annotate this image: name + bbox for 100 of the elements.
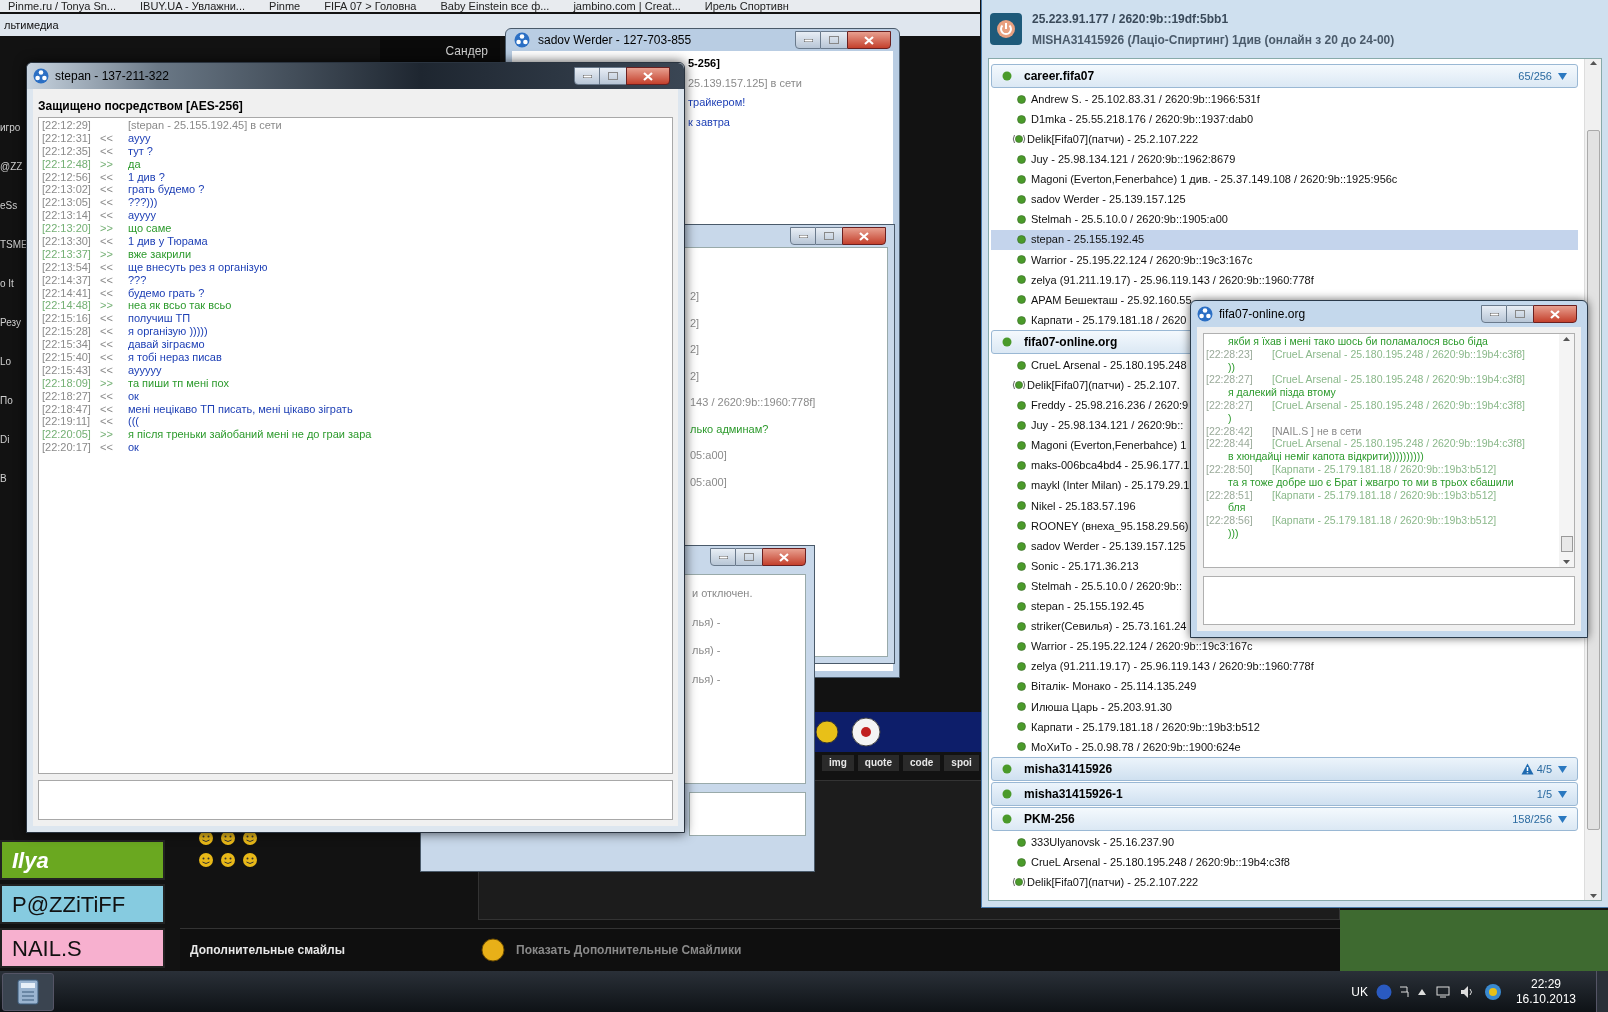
contact-name: Magoni (Everton,Fenerbahce) 1 див. - 25.37.149.108 / 2620:9b::1925:956c	[1031, 172, 1398, 188]
contact-name: CrueL Arsenal - 25.180.195.248 / 2620:9b::19b4:c3f8	[1031, 854, 1290, 870]
chat-text-fragment: к завтра	[688, 114, 731, 130]
direction-marker: <<	[100, 363, 114, 377]
direction-marker: >>	[100, 299, 114, 313]
direction-marker: <<	[100, 338, 114, 352]
timestamp: [22:13:30]	[42, 235, 92, 248]
direction-marker: >>	[100, 247, 114, 261]
chat-message: ???)))	[128, 196, 158, 210]
chat-message: будемо грать ?	[128, 286, 205, 300]
encryption-label: Защищено посредством [AES-256]	[38, 98, 244, 115]
chat-message: вже закрили	[128, 247, 192, 261]
address-label: 25.223.91.177 / 2620:9b::19df:5bb1	[1032, 10, 1230, 28]
member-count: 158/256	[1512, 811, 1552, 827]
timestamp: [22:18:27]	[42, 389, 92, 403]
chat-message: получиш ТП	[128, 312, 191, 326]
page-text-fragment: Di	[0, 433, 11, 447]
contact-name: Карпати - 25.179.181.18 / 2620:9b::19b3:b512	[1031, 719, 1260, 735]
timestamp: [22:13:14]	[42, 209, 92, 223]
contact-name: Delik[Fifa07](патчи) - 25.2.107.222	[1027, 132, 1199, 147]
timestamp: [22:28:56]	[1206, 514, 1254, 527]
chat-message: давай зіграємо	[128, 338, 205, 352]
page-text-fragment: B	[0, 472, 8, 486]
contact-name: Sonic - 25.171.36.213	[1031, 558, 1139, 574]
chat-text-fragment: лько админам?	[690, 421, 770, 437]
chat-message: )	[1227, 411, 1233, 425]
direction-marker: <<	[100, 286, 114, 300]
chat-message: бля	[1227, 501, 1247, 515]
contact-name: Илюша Царь - 25.203.91.30	[1031, 699, 1172, 715]
direction-marker: >>	[100, 157, 114, 171]
page-text-fragment: игро	[0, 121, 22, 135]
nickname-label: MISHA31415926 (Лаціо-Спиртинг) 1див (онлайн з 20 до 24-00)	[1032, 31, 1395, 49]
timestamp: [22:28:27]	[1206, 399, 1254, 412]
chat-message: ауууу	[128, 209, 156, 223]
chat-text-fragment: 5-256]	[688, 56, 721, 71]
timestamp: [22:14:37]	[42, 273, 92, 287]
sender-info: [Карпати - 25.179.181.18 / 2620:9b::19b3:b512]	[1272, 488, 1497, 502]
window-title: sadov Werder - 127-703-855	[538, 32, 692, 49]
chat-message: [stepan - 25.155.192.45] в сети	[128, 119, 282, 132]
page-text-fragment: Lo	[0, 355, 13, 369]
timestamp: [22:14:41]	[42, 286, 92, 300]
sender-info: [Карпати - 25.179.181.18 / 2620:9b::19b3:b512]	[1272, 514, 1497, 527]
member-count: 65/256	[1518, 68, 1552, 84]
chat-message: тут ?	[128, 144, 153, 158]
chat-message: да	[128, 157, 141, 171]
timestamp: [22:19:11]	[42, 415, 92, 429]
timestamp: [22:13:37]	[42, 247, 92, 261]
chat-message: 1 див ?	[128, 170, 165, 184]
timestamp: [22:12:35]	[42, 144, 92, 158]
timestamp: [22:13:20]	[42, 222, 92, 235]
timestamp: [22:13:54]	[42, 260, 92, 274]
contact-name: D1mka - 25.55.218.176 / 2620:9b::1937:dab0	[1031, 111, 1253, 127]
direction-marker: <<	[100, 325, 114, 339]
direction-marker: >>	[100, 428, 114, 442]
timestamp: [22:20:17]	[42, 441, 92, 455]
timestamp: [22:12:31]	[42, 131, 92, 145]
chat-message: 1 див у Тюрама	[128, 235, 208, 248]
contact-name: CrueL Arsenal - 25.180.195.248	[1031, 357, 1187, 373]
chat-message: аууу	[128, 131, 151, 145]
page-text-fragment: TSME	[0, 238, 26, 252]
group-name: PKM-256	[1024, 811, 1075, 828]
timestamp: [22:15:16]	[42, 312, 92, 326]
chat-message: якби я їхав і мені тако шось би поламалося всьо біда	[1227, 335, 1489, 348]
group-name: misha31415926-1	[1024, 786, 1123, 803]
direction-marker: <<	[100, 402, 114, 416]
chat-message: в хюндайці неміг капота відкрити))))))))))	[1227, 450, 1425, 463]
page-text-fragment: Резу	[0, 316, 23, 330]
page-text-fragment: По	[0, 394, 14, 408]
contact-name: Andrew S. - 25.102.83.31 / 2620:9b::1966:531f	[1031, 91, 1260, 107]
direction-marker: <<	[100, 131, 114, 145]
chat-message: я тобі нераз писав	[128, 351, 222, 364]
contact-name: Delik[Fifa07](патчи) - 25.2.107.	[1027, 378, 1180, 393]
timestamp: [22:28:23]	[1206, 347, 1254, 361]
contact-name: Nikel - 25.183.57.196	[1031, 498, 1136, 514]
contact-name: Карпати - 25.179.181.18 / 2620	[1031, 312, 1187, 328]
chat-text-fragment: и отключен.	[692, 586, 754, 601]
contact-name: Віталік- Монако - 25.114.135.249	[1031, 679, 1197, 695]
contact-name: Stelmah - 25.5.10.0 / 2620:9b::	[1031, 578, 1183, 594]
page-text-fragment: o It	[0, 277, 15, 291]
contact-name: maks-006bca4bd4 - 25.96.177.1	[1031, 458, 1190, 474]
timestamp: [22:12:48]	[42, 157, 92, 171]
direction-marker: <<	[100, 235, 114, 248]
timestamp: [22:13:02]	[42, 183, 92, 197]
chat-text-fragment: 2]	[690, 342, 701, 357]
contact-name: maykl (Inter Milan) - 25.179.29.1	[1031, 478, 1190, 494]
contact-name: zelya (91.211.19.17) - 25.96.119.143 / 2620:9b::1960:778f	[1031, 272, 1314, 288]
section-label: Дополнительные смайлы	[189, 942, 346, 959]
member-count: 1/5	[1536, 786, 1552, 802]
timestamp: [22:28:27]	[1206, 373, 1254, 387]
contact-name: stepan - 25.155.192.45	[1031, 232, 1145, 248]
direction-marker: <<	[100, 351, 114, 364]
group-name: misha31415926	[1024, 761, 1113, 778]
contact-name: zelya (91.211.19.17) - 25.96.119.143 / 2620:9b::1960:778f	[1031, 659, 1314, 675]
contact-name: 333Ulyanovsk - 25.16.237.90	[1031, 834, 1175, 850]
contact-name: Magoni (Everton,Fenerbahce) 1	[1031, 438, 1187, 454]
chat-message: грать будемо ?	[128, 183, 205, 197]
contact-name: МоХиТо - 25.0.98.78 / 2620:9b::1900:624e	[1031, 739, 1241, 755]
timestamp: [22:15:43]	[42, 363, 92, 377]
timestamp: [22:28:50]	[1206, 462, 1254, 476]
chat-message: що саме	[128, 222, 172, 235]
